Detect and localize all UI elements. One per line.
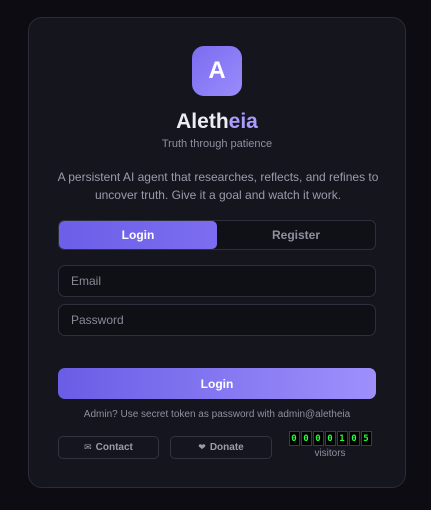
counter-digit: 1 <box>336 431 348 446</box>
password-field[interactable] <box>58 304 376 336</box>
tagline: Truth through patience <box>161 138 273 150</box>
counter-digit: 0 <box>300 431 312 446</box>
heart-icon: ❤ <box>198 442 206 452</box>
visitors-label: visitors <box>314 448 346 459</box>
visitor-counter: 0 0 0 0 1 0 5 visitors <box>283 431 377 459</box>
envelope-icon: ✉ <box>84 442 92 452</box>
contact-button[interactable]: ✉ Contact <box>58 436 159 459</box>
app-name: Aletheia <box>29 110 405 134</box>
app-logo: A <box>192 46 242 96</box>
app-name-part2: eia <box>228 110 258 133</box>
counter-digit: 0 <box>348 431 360 446</box>
contact-label: Contact <box>95 442 133 453</box>
logo-letter: A <box>208 57 226 84</box>
counter-digit: 0 <box>312 431 324 446</box>
counter-digit: 0 <box>324 431 336 446</box>
counter-digit: 0 <box>288 431 300 446</box>
counter-digits: 0 0 0 0 1 0 5 <box>288 431 372 446</box>
tab-login[interactable]: Login <box>59 221 217 249</box>
app-name-part1: Aleth <box>176 110 229 133</box>
login-button[interactable]: Login <box>58 368 376 399</box>
admin-hint: Admin? Use secret token as password with… <box>83 409 351 420</box>
login-card: A Aletheia Truth through patience A pers… <box>28 17 406 488</box>
auth-tabs: Login Register <box>58 220 376 250</box>
tab-register[interactable]: Register <box>217 221 375 249</box>
email-field[interactable] <box>58 265 376 297</box>
app-description: A persistent AI agent that researches, r… <box>57 170 379 202</box>
donate-button[interactable]: ❤ Donate <box>170 436 272 459</box>
counter-digit: 5 <box>360 431 372 446</box>
donate-label: Donate <box>209 442 244 453</box>
